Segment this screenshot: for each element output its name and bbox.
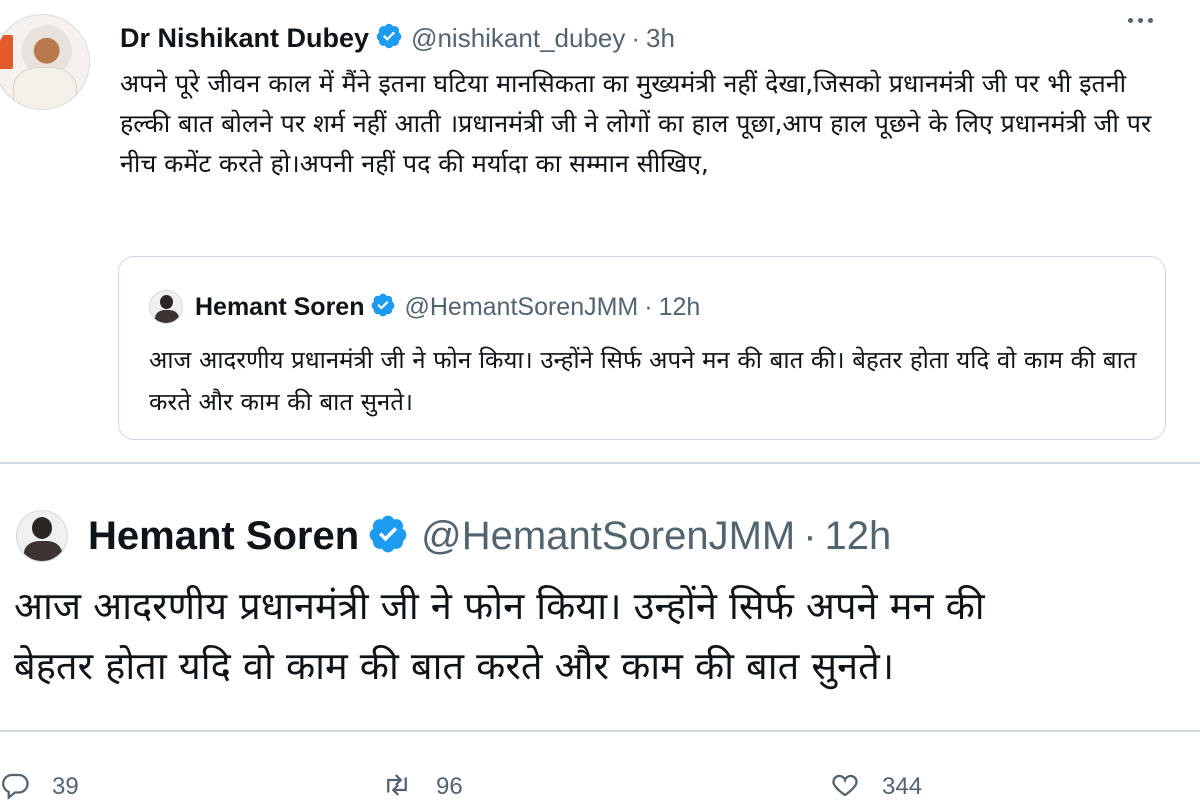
zoomed-tweet-time: 12h (824, 513, 892, 558)
avatar (149, 290, 183, 324)
tweet-text: अपने पूरे जीवन काल में मैंने इतना घटिया … (120, 69, 1152, 178)
quoted-tweet-header: Hemant Soren @HemantSorenJMM · 12h (149, 289, 700, 325)
zoomed-author-name: Hemant Soren (88, 513, 360, 558)
like-button[interactable]: 344 (830, 770, 922, 800)
author-handle[interactable]: @nishikant_dubey (411, 23, 625, 54)
like-count: 344 (882, 773, 923, 800)
tweet-actions: 39 96 344 (0, 770, 1200, 800)
retweet-button[interactable]: 96 (380, 770, 463, 800)
verified-badge-icon (367, 513, 409, 559)
tweet-time[interactable]: 3h (646, 23, 675, 54)
quoted-author-name: Hemant Soren (195, 292, 365, 321)
zoomed-tweet-header: Hemant Soren @HemantSorenJMM · 12h (16, 506, 891, 566)
reply-button[interactable]: 39 (0, 770, 79, 800)
zoomed-text-line-1: आज आदरणीय प्रधानमंत्री जी ने फोन किया। उ… (14, 584, 985, 628)
zoomed-author-handle: @HemantSorenJMM (421, 513, 796, 558)
verified-badge-icon (370, 292, 396, 322)
zoomed-tweet: Hemant Soren @HemantSorenJMM · 12h आज आद… (0, 462, 1200, 732)
separator-dot: · (644, 292, 653, 321)
reply-icon (0, 770, 30, 800)
separator-dot: · (631, 22, 641, 53)
zoomed-text-line-2: बेहतर होता यदि वो काम की बात करते और काम… (14, 644, 895, 688)
avatar[interactable] (0, 14, 90, 110)
quoted-tweet-time: 12h (658, 292, 701, 321)
quoted-tweet-text: आज आदरणीय प्रधानमंत्री जी ने फोन किया। उ… (149, 346, 1137, 416)
heart-icon (830, 770, 860, 800)
reply-count: 39 (52, 773, 79, 800)
main-tweet[interactable]: Dr Nishikant Dubey @nishikant_dubey · 3h… (0, 0, 1200, 450)
more-icon[interactable] (1128, 18, 1153, 23)
quoted-tweet-card[interactable]: Hemant Soren @HemantSorenJMM · 12h आज आद… (118, 256, 1166, 440)
zoomed-tweet-text: आज आदरणीय प्रधानमंत्री जी ने फोन किया। उ… (14, 576, 1200, 696)
avatar (16, 510, 68, 562)
author-name[interactable]: Dr Nishikant Dubey (120, 23, 369, 54)
separator-dot: · (803, 513, 817, 558)
quoted-author-handle: @HemantSorenJMM (404, 292, 639, 321)
retweet-icon (380, 770, 414, 800)
verified-badge-icon (375, 22, 403, 54)
tweet-header: Dr Nishikant Dubey @nishikant_dubey · 3h (120, 20, 675, 56)
retweet-count: 96 (436, 773, 463, 800)
